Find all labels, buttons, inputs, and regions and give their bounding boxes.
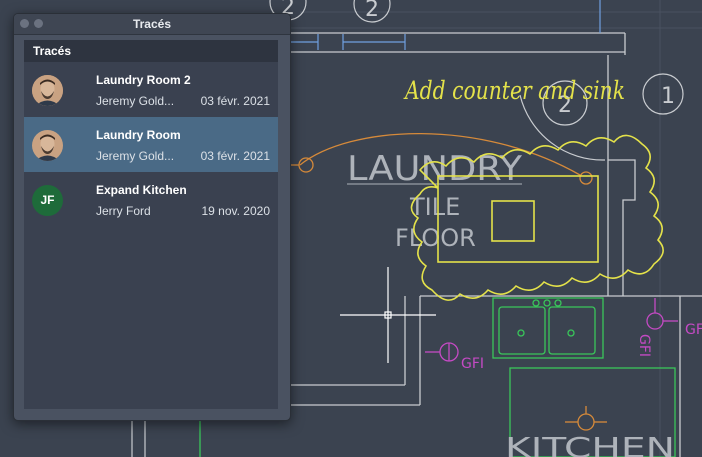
avatar: [32, 130, 63, 161]
markup-note: Add counter and sink: [403, 76, 625, 105]
gfi-label-vertical: GFI: [636, 334, 652, 357]
gfi-label-right: GFI: [685, 322, 702, 338]
panel-titlebar[interactable]: Tracés: [14, 14, 290, 35]
list-item[interactable]: Laundry Room 2 Jeremy Gold... 03 févr. 2…: [24, 62, 278, 117]
trace-date: 19 nov. 2020: [201, 204, 270, 218]
trace-title: Laundry Room 2: [96, 73, 191, 87]
list-header: Tracés: [24, 40, 278, 62]
gfi-label: GFI: [461, 356, 484, 372]
trace-author: Jeremy Gold...: [96, 149, 175, 163]
window-title: Tracés: [132, 17, 172, 31]
traces-panel: Tracés Tracés Laundry Room 2 Jeremy Gold…: [13, 13, 291, 421]
bottom-room-label: KITCHEN: [505, 431, 675, 457]
floor-label-2: FLOOR: [395, 224, 476, 252]
avatar: [32, 75, 63, 106]
tag-right-2: 1: [661, 84, 675, 109]
tag-top-2: 2: [365, 0, 379, 22]
list-item[interactable]: JF Expand Kitchen Jerry Ford 19 nov. 202…: [24, 172, 278, 227]
trace-date: 03 févr. 2021: [200, 94, 270, 108]
trace-title: Expand Kitchen: [96, 183, 187, 197]
avatar-initials: JF: [32, 185, 63, 216]
trace-title: Laundry Room: [96, 128, 181, 142]
trace-author: Jeremy Gold...: [96, 94, 175, 108]
traces-list-container: Tracés Laundry Room 2 Jeremy Gold... 03 …: [24, 40, 278, 409]
trace-date: 03 févr. 2021: [200, 149, 270, 163]
list-item-selected[interactable]: Laundry Room Jeremy Gold... 03 févr. 202…: [24, 117, 278, 172]
trace-author: Jerry Ford: [96, 204, 151, 218]
